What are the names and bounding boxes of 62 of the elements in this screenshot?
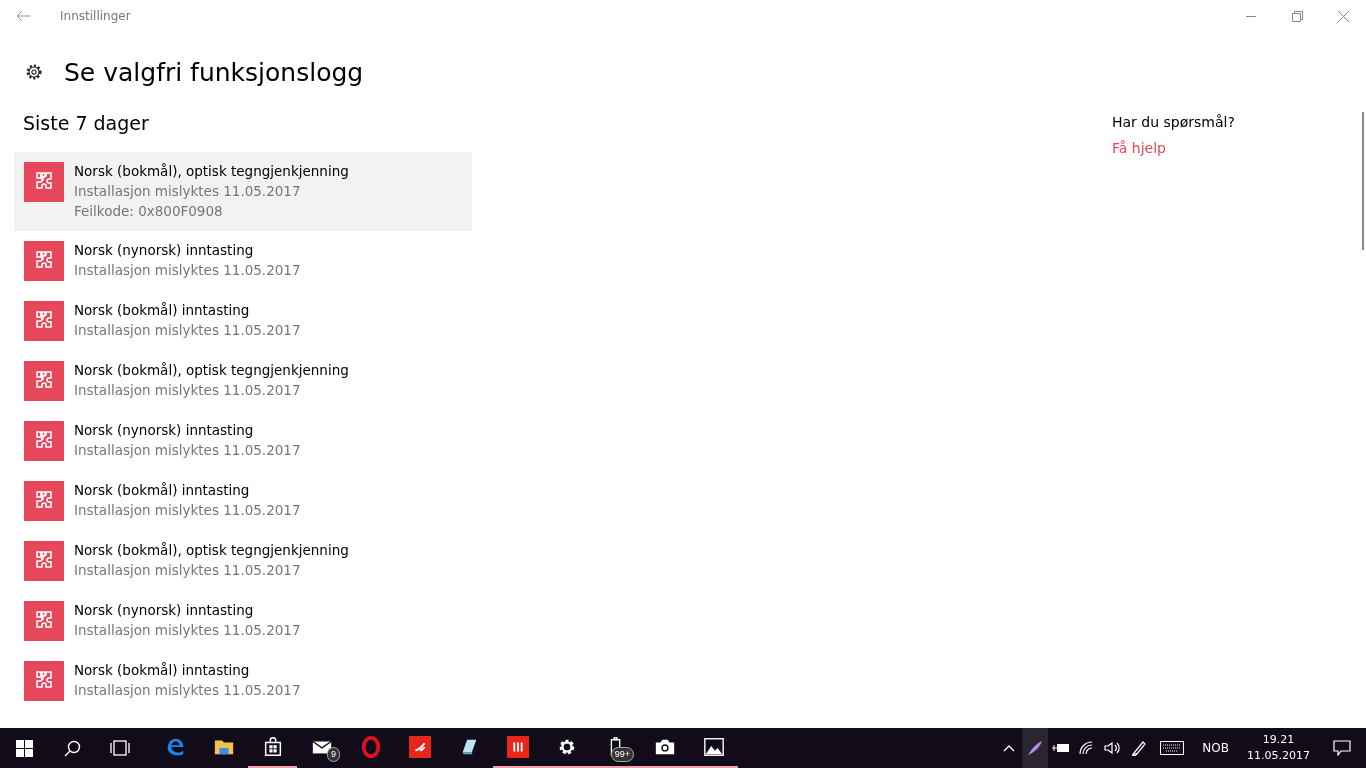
feature-name: Norsk (bokmål), optisk tegngjenkjenning [74, 541, 349, 560]
feature-history-item[interactable]: Norsk (nynorsk) inntasting Installasjon mislyktes 11.05.2017 [14, 231, 472, 291]
search-icon [63, 739, 81, 757]
feature-name: Norsk (nynorsk) inntasting [74, 241, 255, 260]
feature-history-item[interactable]: Norsk (bokmål) inntasting Installasjon mislyktes 11.05.2017 [14, 651, 472, 711]
battery-charging-icon [1052, 742, 1071, 754]
install-status: Installasjon mislyktes 11.05.2017 [74, 561, 302, 580]
mountain-picture-icon [702, 736, 725, 758]
keyboard-icon [1160, 741, 1185, 755]
install-status: Installasjon mislyktes 11.05.2017 [74, 621, 301, 640]
feature-history-item[interactable]: Norsk (bokmål), optisk tegngjenkjenning Installasjon mislyktes 11.05.2017 [14, 351, 472, 411]
close-icon [1337, 10, 1349, 22]
clock-time: 19.21 [1262, 732, 1295, 748]
settings-icon [24, 62, 44, 82]
page-title: Se valgfri funksjonslogg [64, 57, 364, 87]
install-status: Installasjon mislyktes 11.05.2017 [74, 261, 301, 280]
feature-name: Norsk (bokmål), optisk tegngjenkjenning [74, 361, 349, 380]
back-arrow-icon [16, 10, 30, 22]
feature-history-item[interactable]: Norsk (bokmål), optisk tegngjenkjenning Installasjon mislyktes 11.05.2017 [14, 531, 472, 591]
feature-history-item[interactable]: Norsk (nynorsk) inntasting Installasjon mislyktes 11.05.2017 [14, 591, 472, 651]
install-status: Installasjon mislyktes 11.05.2017 [74, 182, 302, 201]
taskbar-app-button[interactable]: 99+ [591, 728, 640, 768]
help-question: Har du spørsmål? [1112, 114, 1236, 130]
swoosh-app-icon [408, 736, 431, 758]
feature-history-item[interactable]: Norsk (nynorsk) inntasting Installasjon mislyktes 11.05.2017 [14, 411, 472, 471]
feather-icon [1027, 740, 1044, 756]
feature-name: Norsk (bokmål), optisk tegngjenkjenning [74, 162, 349, 181]
clock[interactable]: 19.21 11.05.2017 [1239, 732, 1318, 764]
install-status: Installasjon mislyktes 11.05.2017 [74, 381, 302, 400]
install-status: Installasjon mislyktes 11.05.2017 [74, 441, 301, 460]
chevron-up-icon [1003, 744, 1016, 752]
install-status: Installasjon mislyktes 11.05.2017 [74, 681, 301, 700]
restore-icon [1291, 10, 1303, 22]
feature-history-item[interactable]: Norsk (bokmål) inntasting Installasjon mislyktes 11.05.2017 [14, 471, 472, 531]
error-code: Feilkode: 0x800F0908 [74, 202, 224, 221]
taskbar-app-button[interactable]: 9 [297, 728, 346, 768]
pen-icon [1131, 740, 1148, 756]
feature-name: Norsk (bokmål) inntasting [74, 481, 251, 500]
input-language[interactable]: NOB [1192, 741, 1239, 755]
feature-name: Norsk (bokmål) inntasting [74, 301, 251, 320]
speech-bubble-icon [1333, 740, 1351, 756]
scrollbar[interactable] [1362, 112, 1364, 250]
tray-app-button[interactable] [1022, 728, 1049, 768]
notification-count: 99+ [610, 747, 634, 762]
speaker-icon [1104, 741, 1123, 755]
feature-name: Norsk (nynorsk) inntasting [74, 421, 255, 440]
feature-name: Norsk (bokmål) inntasting [74, 661, 251, 680]
bars-app-icon [506, 736, 529, 758]
feature-history-item[interactable]: Norsk (bokmål) inntasting Installasjon mislyktes 11.05.2017 [14, 291, 472, 351]
clock-date: 11.05.2017 [1247, 748, 1310, 764]
feature-history-item[interactable]: Norsk (bokmål), optisk tegngjenkjenning Installasjon mislyktes 11.05.2017 Feilkode: 0x800F0908 [14, 152, 472, 231]
section-title: Siste 7 dager [22, 111, 150, 136]
feature-name: Norsk (nynorsk) inntasting [74, 601, 255, 620]
window-title: Innstillinger [60, 9, 132, 23]
install-status: Installasjon mislyktes 11.05.2017 [74, 501, 301, 520]
o-logo-icon [359, 736, 382, 758]
task-view-icon [110, 740, 130, 756]
install-status: Installasjon mislyktes 11.05.2017 [74, 321, 301, 340]
minimize-icon [1246, 15, 1256, 17]
notification-count: 9 [327, 747, 340, 762]
get-help-link[interactable]: Få hjelp [1112, 140, 1362, 156]
windows-logo-icon [15, 739, 33, 757]
